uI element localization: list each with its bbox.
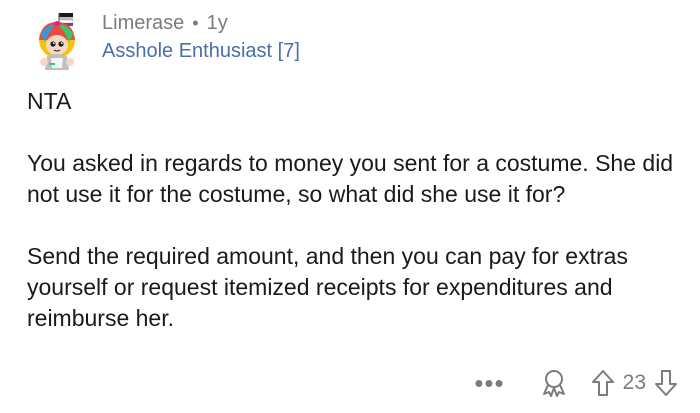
comment-age: 1y <box>206 12 228 34</box>
downvote-arrow-icon[interactable] <box>654 369 678 397</box>
comment-paragraph: You asked in regards to money you sent f… <box>27 150 674 207</box>
user-flair: Asshole Enthusiast [7] <box>102 40 300 62</box>
comment: Limerase • 1y Asshole Enthusiast [7] NTA… <box>0 0 700 413</box>
comment-body: NTA You asked in regards to money you se… <box>27 86 677 334</box>
award-icon[interactable] <box>539 368 569 398</box>
comment-meta: Limerase • 1y <box>102 10 228 36</box>
meta-separator: • <box>192 13 199 33</box>
user-avatar[interactable] <box>27 12 87 74</box>
more-options-icon[interactable]: ••• <box>474 370 504 396</box>
comment-paragraph: Send the required amount, and then you c… <box>27 243 628 331</box>
vote-score: 23 <box>622 371 646 394</box>
comment-paragraph: NTA <box>27 88 72 114</box>
username-link[interactable]: Limerase <box>102 10 184 36</box>
comment-actions: ••• 23 <box>474 368 678 398</box>
upvote-arrow-icon[interactable] <box>591 369 615 397</box>
avatar-icon <box>39 13 75 70</box>
